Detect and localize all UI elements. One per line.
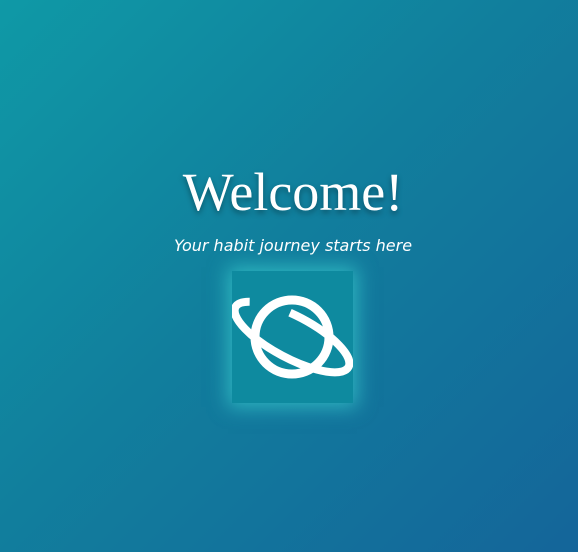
welcome-title: Welcome! <box>182 162 404 222</box>
app-logo <box>232 271 353 403</box>
welcome-subtitle: Your habit journey starts here <box>173 236 413 255</box>
welcome-screen: Welcome! Your habit journey starts here <box>0 0 578 552</box>
planet-icon <box>232 295 353 379</box>
